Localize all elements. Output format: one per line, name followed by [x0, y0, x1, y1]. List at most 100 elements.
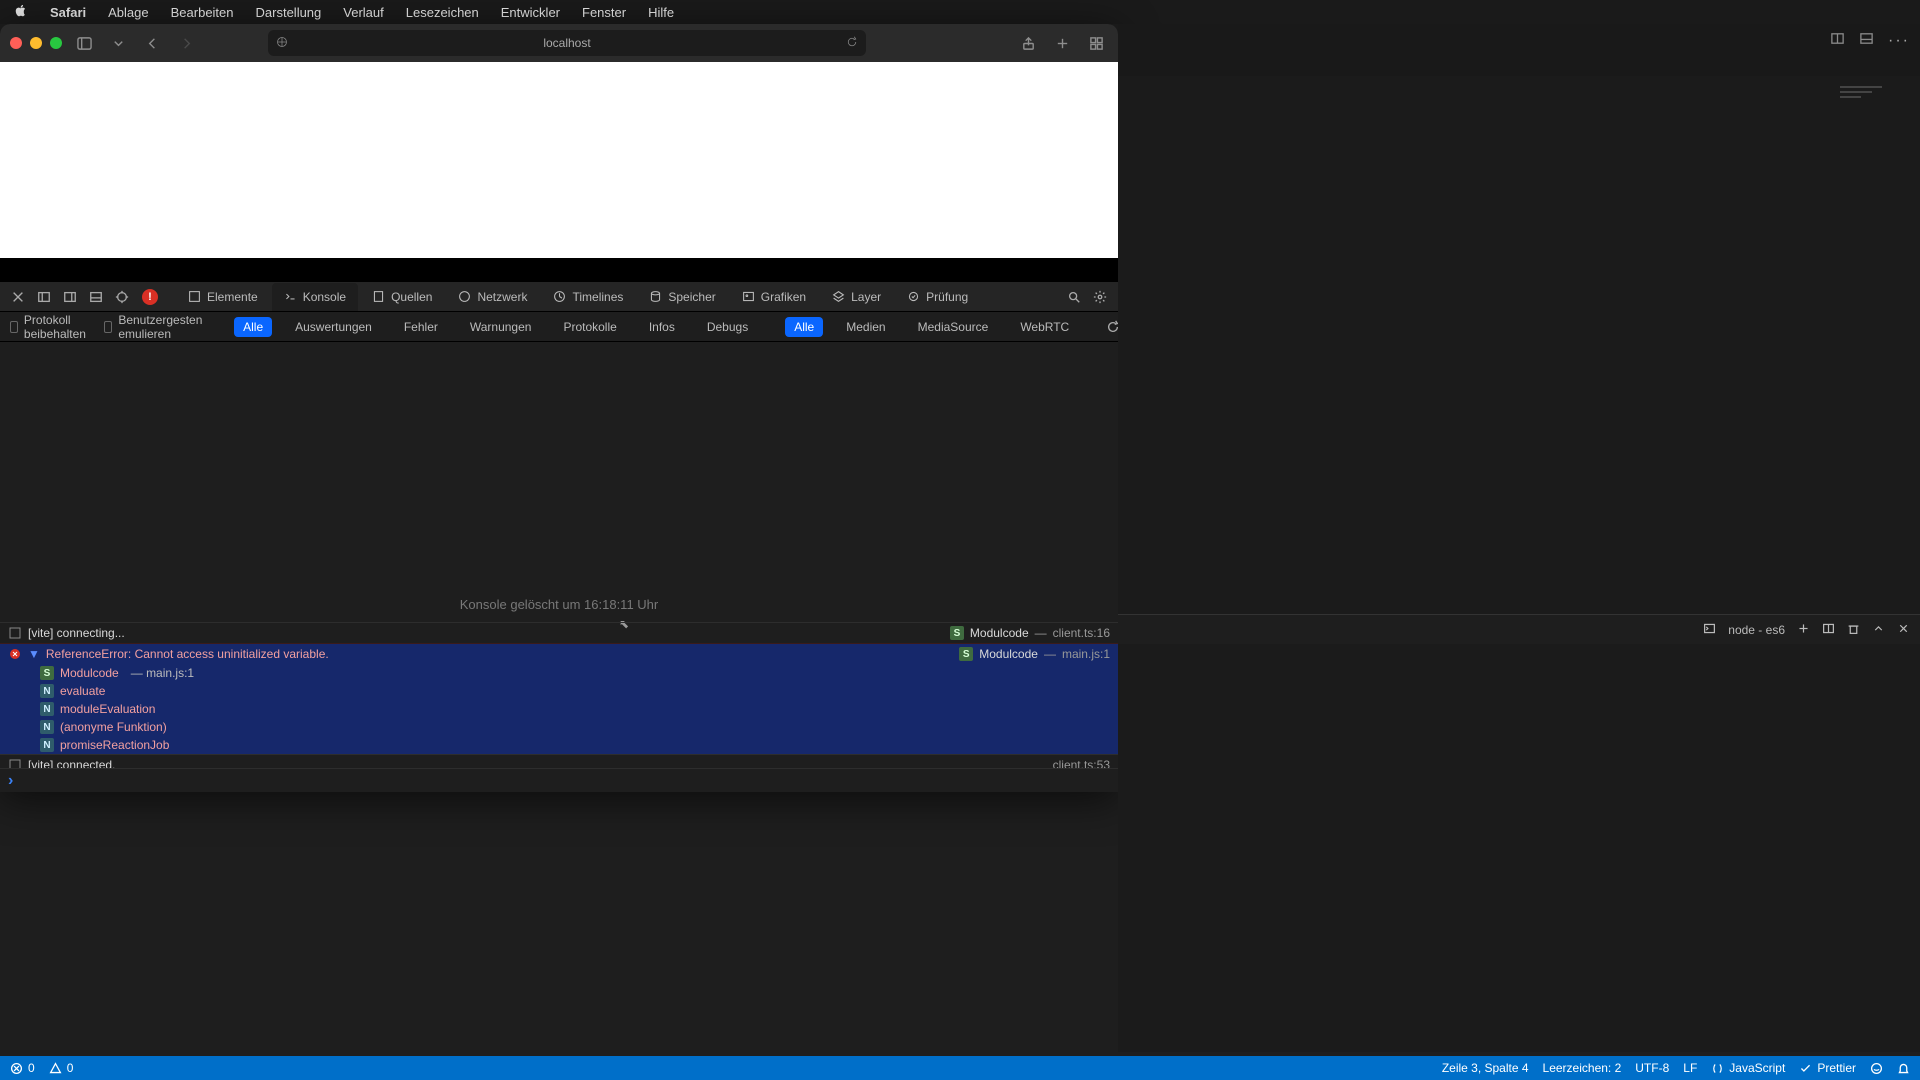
kill-terminal-icon[interactable]: [1847, 622, 1860, 638]
devtools: ! Elemente Konsole Quellen Netzwerk Time…: [0, 282, 1118, 792]
menubar-item[interactable]: Entwickler: [501, 5, 560, 20]
vscode-terminal-tabbar: node - es6: [1118, 614, 1920, 644]
filter2-all[interactable]: Alle: [785, 317, 823, 337]
terminal-label[interactable]: node - es6: [1728, 623, 1785, 637]
status-cursor[interactable]: Zeile 3, Spalte 4: [1442, 1061, 1529, 1075]
address-bar[interactable]: localhost: [268, 30, 866, 56]
status-errors[interactable]: 0: [10, 1061, 35, 1075]
vscode-title-actions: ···: [1118, 24, 1920, 58]
menubar-item[interactable]: Ablage: [108, 5, 148, 20]
window-close[interactable]: [10, 37, 22, 49]
log-module: Modulcode: [970, 626, 1029, 640]
filter-debug[interactable]: Debugs: [698, 317, 757, 337]
chevron-down-icon[interactable]: [106, 31, 130, 55]
vscode-editor[interactable]: [1118, 76, 1920, 1052]
filter-errors[interactable]: Fehler: [395, 317, 447, 337]
menubar-app[interactable]: Safari: [50, 5, 86, 20]
status-language[interactable]: JavaScript: [1711, 1061, 1785, 1075]
tab-graphics[interactable]: Grafiken: [730, 283, 818, 311]
filter2-webrtc[interactable]: WebRTC: [1011, 317, 1078, 337]
page-content: [0, 62, 1118, 258]
apple-icon[interactable]: [14, 4, 28, 21]
filter-eval[interactable]: Auswertungen: [286, 317, 381, 337]
stack-frame[interactable]: NpromiseReactionJob: [40, 736, 1118, 754]
tab-sources[interactable]: Quellen: [360, 283, 444, 311]
traffic-lights: [10, 37, 62, 49]
share-icon[interactable]: [1016, 31, 1040, 55]
tab-elements[interactable]: Elemente: [176, 283, 270, 311]
dock-bottom-icon[interactable]: [84, 285, 108, 309]
menubar-item[interactable]: Verlauf: [343, 5, 383, 20]
tab-console[interactable]: Konsole: [272, 283, 358, 311]
console-cleared-message: Konsole gelöscht um 16:18:11 Uhr: [0, 597, 1118, 612]
filter-warnings[interactable]: Warnungen: [461, 317, 541, 337]
console-error-row[interactable]: ▼ ReferenceError: Cannot access uninitia…: [0, 643, 1118, 664]
devtools-close-icon[interactable]: [6, 285, 30, 309]
gear-icon[interactable]: [1088, 285, 1112, 309]
sidebar-toggle-icon[interactable]: [72, 31, 96, 55]
status-feedback-icon[interactable]: [1870, 1062, 1883, 1075]
console-prompt[interactable]: ›: [0, 768, 1118, 792]
window-maximize[interactable]: [50, 37, 62, 49]
dock-right-icon[interactable]: [58, 285, 82, 309]
menubar-item[interactable]: Darstellung: [256, 5, 322, 20]
error-count-badge[interactable]: !: [142, 289, 158, 305]
chevron-up-icon[interactable]: [1872, 622, 1885, 638]
error-stack: SModulcode— main.js:1 Nevaluate NmoduleE…: [0, 664, 1118, 754]
log-level-icon: [8, 626, 22, 640]
vscode-window: ··· node - es6: [1118, 24, 1920, 1052]
script-badge: S: [950, 626, 964, 640]
status-bell-icon[interactable]: [1897, 1062, 1910, 1075]
reload-icon[interactable]: [846, 36, 858, 51]
element-picker-icon[interactable]: [110, 285, 134, 309]
layout-toggle-icon[interactable]: [1830, 31, 1845, 51]
status-encoding[interactable]: UTF-8: [1635, 1061, 1669, 1075]
status-indent[interactable]: Leerzeichen: 2: [1543, 1061, 1622, 1075]
console-output[interactable]: Konsole gelöscht um 16:18:11 Uhr ⬉ [vite…: [0, 342, 1118, 792]
new-terminal-icon[interactable]: [1797, 622, 1810, 638]
stack-frame[interactable]: N(anonyme Funktion): [40, 718, 1118, 736]
minimap: [1840, 86, 1910, 104]
emulate-gesture-checkbox[interactable]: Benutzergesten emulieren: [104, 313, 206, 341]
tab-audit[interactable]: Prüfung: [895, 283, 980, 311]
preserve-log-checkbox[interactable]: Protokoll beibehalten: [10, 313, 90, 341]
forward-icon[interactable]: [174, 31, 198, 55]
filter2-media[interactable]: Medien: [837, 317, 894, 337]
menubar-item[interactable]: Fenster: [582, 5, 626, 20]
stack-frame[interactable]: SModulcode— main.js:1: [40, 664, 1118, 682]
status-warnings[interactable]: 0: [49, 1061, 74, 1075]
menubar-item[interactable]: Hilfe: [648, 5, 674, 20]
split-terminal-icon[interactable]: [1822, 622, 1835, 638]
menubar-item[interactable]: Bearbeiten: [171, 5, 234, 20]
log-source[interactable]: client.ts:16: [1053, 626, 1110, 640]
window-minimize[interactable]: [30, 37, 42, 49]
tab-storage[interactable]: Speicher: [637, 283, 727, 311]
filter-all[interactable]: Alle: [234, 317, 272, 337]
address-text: localhost: [543, 36, 590, 50]
new-tab-icon[interactable]: [1050, 31, 1074, 55]
error-icon: [8, 647, 22, 661]
status-eol[interactable]: LF: [1683, 1061, 1697, 1075]
menubar-item[interactable]: Lesezeichen: [406, 5, 479, 20]
tab-overview-icon[interactable]: [1084, 31, 1108, 55]
filter-info[interactable]: Infos: [640, 317, 684, 337]
search-icon[interactable]: [1062, 285, 1086, 309]
log-source[interactable]: main.js:1: [1062, 647, 1110, 661]
stack-frame[interactable]: NmoduleEvaluation: [40, 700, 1118, 718]
safari-toolbar: localhost: [0, 24, 1118, 62]
tab-timelines[interactable]: Timelines: [541, 283, 635, 311]
back-icon[interactable]: [140, 31, 164, 55]
tab-layers[interactable]: Layer: [820, 283, 893, 311]
layout-panel-icon[interactable]: [1859, 31, 1874, 51]
stack-frame[interactable]: Nevaluate: [40, 682, 1118, 700]
close-panel-icon[interactable]: [1897, 622, 1910, 638]
tab-network[interactable]: Netzwerk: [446, 283, 539, 311]
filter2-mediasource[interactable]: MediaSource: [909, 317, 998, 337]
filter-logs[interactable]: Protokolle: [554, 317, 625, 337]
devtools-tabbar: ! Elemente Konsole Quellen Netzwerk Time…: [0, 282, 1118, 312]
dock-left-icon[interactable]: [32, 285, 56, 309]
status-prettier[interactable]: Prettier: [1799, 1061, 1856, 1075]
more-icon[interactable]: ···: [1888, 32, 1910, 50]
console-log-row[interactable]: [vite] connecting... S Modulcode — clien…: [0, 622, 1118, 643]
disclosure-triangle-icon[interactable]: ▼: [28, 647, 40, 661]
